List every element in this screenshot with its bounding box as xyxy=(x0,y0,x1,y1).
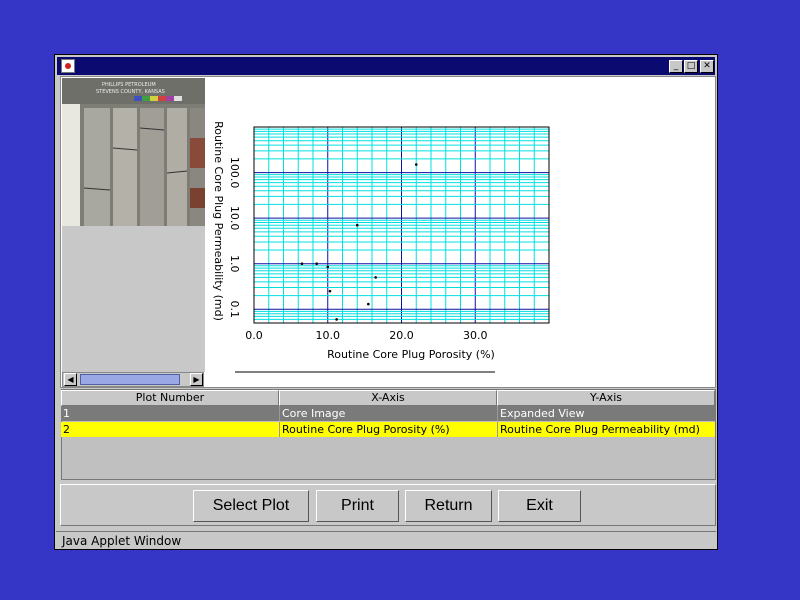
cell-plot-number: 1 xyxy=(63,407,70,420)
cell-x-axis: Core Image xyxy=(279,406,497,421)
data-point xyxy=(328,289,332,293)
photo-viewport-blank xyxy=(62,226,205,372)
cell-x-axis: Routine Core Plug Porosity (%) xyxy=(279,422,497,437)
maximize-button[interactable]: □ xyxy=(684,60,698,73)
horizontal-scrollbar[interactable]: ◀ ▶ xyxy=(62,372,204,387)
column-header-plot-number[interactable]: Plot Number xyxy=(61,390,279,406)
x-tick-label: 10.0 xyxy=(316,329,341,342)
cell-y-axis: Routine Core Plug Permeability (md) xyxy=(497,422,715,437)
y-tick-label: 100.0 xyxy=(228,157,241,189)
scatter-plot: 0.0 10.0 20.0 30.0 0.1 1.0 10.0 100.0 Routine … xyxy=(212,121,550,373)
data-point xyxy=(355,223,359,227)
cell-plot-number: 2 xyxy=(63,423,70,436)
java-app-icon[interactable] xyxy=(61,59,75,73)
x-tick-label: 30.0 xyxy=(463,329,488,342)
status-bar: Java Applet Window xyxy=(56,531,716,549)
exit-button[interactable]: Exit xyxy=(498,490,581,522)
y-tick-label: 10.0 xyxy=(228,206,241,231)
data-point xyxy=(300,262,304,266)
data-point xyxy=(326,265,330,269)
table-row-selected[interactable]: 2 Routine Core Plug Porosity (%) Routine… xyxy=(61,422,715,437)
data-point xyxy=(335,318,338,321)
table-row[interactable]: 1 Core Image Expanded View xyxy=(61,406,715,421)
x-tick-label: 20.0 xyxy=(389,329,414,342)
x-axis-label: Routine Core Plug Porosity (%) xyxy=(327,348,495,361)
y-tick-label: 0.1 xyxy=(228,301,241,319)
column-header-x-axis[interactable]: X-Axis xyxy=(279,390,497,406)
core-image: PHILLIPS PETROLEUM STEVENS COUNTY, KANSA… xyxy=(62,78,205,226)
scroll-right-icon[interactable]: ▶ xyxy=(190,373,203,386)
data-point xyxy=(414,163,418,166)
y-tick-label: 1.0 xyxy=(228,255,241,272)
column-header-y-axis[interactable]: Y-Axis xyxy=(497,390,715,406)
title-bar[interactable]: _ □ ✕ xyxy=(57,57,715,75)
data-point xyxy=(315,262,318,266)
x-tick-label: 0.0 xyxy=(245,329,263,342)
print-button[interactable]: Print xyxy=(316,490,399,522)
minimize-button[interactable]: _ xyxy=(669,60,683,73)
close-button[interactable]: ✕ xyxy=(700,60,714,73)
return-button[interactable]: Return xyxy=(405,490,492,522)
photo-label-1: PHILLIPS PETROLEUM xyxy=(102,82,156,88)
data-point xyxy=(367,302,370,306)
cell-y-axis: Expanded View xyxy=(497,406,715,421)
y-axis-label: Routine Core Plug Permeability (md) xyxy=(212,121,225,321)
scroll-left-icon[interactable]: ◀ xyxy=(64,373,77,386)
photo-label-2: STEVENS COUNTY, KANSAS xyxy=(96,89,165,95)
scroll-thumb[interactable] xyxy=(80,374,180,385)
data-point xyxy=(374,276,377,279)
select-plot-button[interactable]: Select Plot xyxy=(193,490,309,522)
